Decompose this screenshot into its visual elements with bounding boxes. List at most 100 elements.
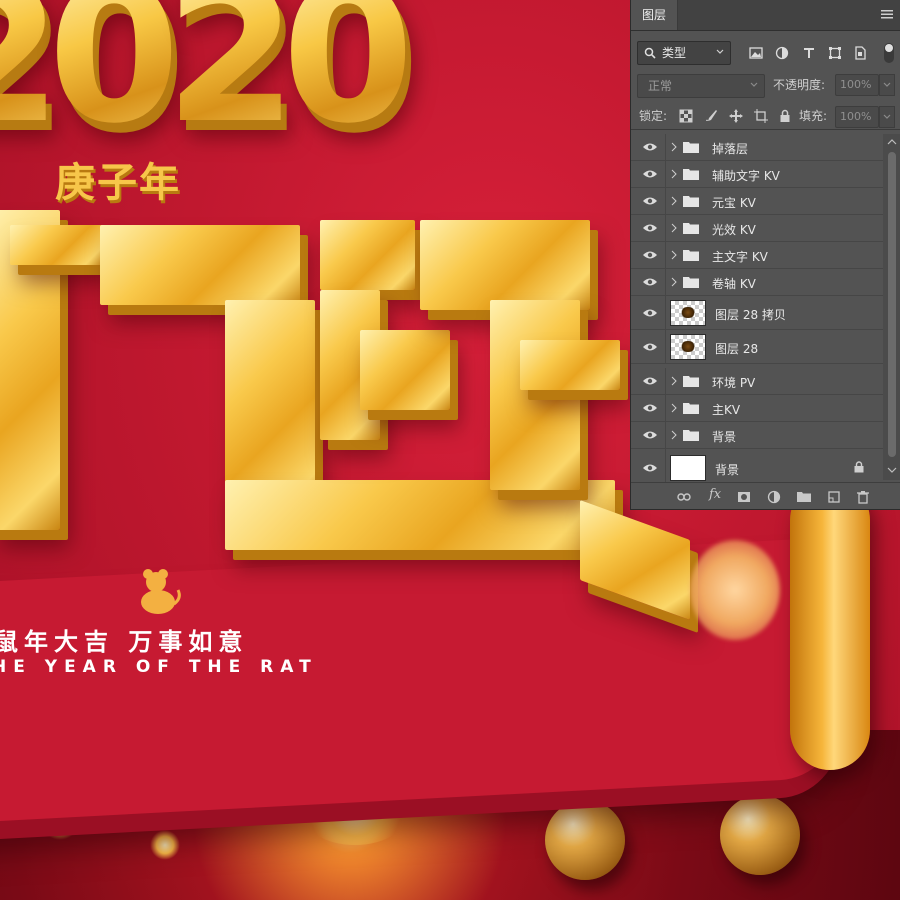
- layer-row-group[interactable]: 元宝 KV: [631, 188, 883, 215]
- filter-toggle-icon[interactable]: [883, 42, 895, 64]
- layer-name: 图层 28: [715, 342, 759, 356]
- layer-name: 光效 KV: [712, 223, 756, 237]
- layer-row-group[interactable]: 环境 PV: [631, 368, 883, 395]
- eye-icon[interactable]: [642, 169, 658, 179]
- prevent-autonest-icon[interactable]: [754, 109, 768, 123]
- opacity-dropdown[interactable]: [879, 74, 895, 96]
- chevron-right-icon[interactable]: [671, 277, 677, 287]
- scroll-thumb[interactable]: [888, 152, 896, 457]
- chevron-right-icon[interactable]: [671, 142, 677, 152]
- layer-name: 环境 PV: [712, 376, 756, 390]
- layer-row-pixel[interactable]: 图层 28 拷贝: [631, 296, 883, 330]
- eye-icon[interactable]: [642, 142, 658, 152]
- chevron-right-icon[interactable]: [671, 250, 677, 260]
- layer-row-group[interactable]: 辅助文字 KV: [631, 161, 883, 188]
- layer-row-group[interactable]: 背景: [631, 422, 883, 449]
- shape-filter-icon[interactable]: [828, 46, 842, 60]
- layer-row-group[interactable]: 主文字 KV: [631, 242, 883, 269]
- panel-menu-icon[interactable]: [881, 8, 893, 20]
- eye-icon[interactable]: [642, 308, 658, 318]
- eye-icon[interactable]: [642, 463, 658, 473]
- chevron-right-icon[interactable]: [671, 196, 677, 206]
- slogan-chinese: 鼠年大吉 万事如意: [0, 628, 249, 656]
- sparkle-light: [150, 830, 180, 860]
- image-filter-icon[interactable]: [749, 46, 763, 60]
- opacity-label: 不透明度:: [773, 78, 826, 92]
- filter-type-select[interactable]: 类型: [637, 41, 731, 65]
- lock-position-icon[interactable]: [729, 109, 743, 123]
- chevron-down-icon: [883, 114, 891, 119]
- layer-row-group[interactable]: 卷轴 KV: [631, 269, 883, 296]
- eye-icon[interactable]: [642, 342, 658, 352]
- chevron-right-icon[interactable]: [671, 169, 677, 179]
- eye-icon[interactable]: [642, 430, 658, 440]
- search-icon: [644, 47, 656, 59]
- adjustment-layer-icon[interactable]: [767, 490, 781, 504]
- lock-transparent-pixels-icon[interactable]: [679, 109, 693, 123]
- blurred-coin: [690, 540, 780, 640]
- layer-row-pixel[interactable]: 图层 28: [631, 330, 883, 364]
- filter-row: 类型: [631, 38, 900, 68]
- adjustment-filter-icon[interactable]: [775, 46, 789, 60]
- layer-name: 元宝 KV: [712, 196, 756, 210]
- new-group-icon[interactable]: [797, 490, 811, 504]
- eye-icon[interactable]: [642, 196, 658, 206]
- blend-mode-select[interactable]: 正常: [637, 74, 765, 98]
- new-layer-icon[interactable]: [827, 490, 841, 504]
- rat-icon: [141, 569, 181, 614]
- tab-layers[interactable]: 图层: [631, 0, 678, 30]
- opacity-input[interactable]: 100%: [835, 74, 879, 96]
- layer-name: 图层 28 拷贝: [715, 308, 786, 322]
- layer-name: 主KV: [712, 403, 741, 417]
- chevron-down-icon: [716, 49, 724, 54]
- chevron-right-icon[interactable]: [671, 223, 677, 233]
- layer-row-group[interactable]: 光效 KV: [631, 215, 883, 242]
- fill-label: 填充:: [799, 109, 828, 123]
- eye-icon[interactable]: [642, 277, 658, 287]
- chevron-right-icon[interactable]: [671, 430, 677, 440]
- lock-icon: [854, 461, 864, 473]
- gold-bead: [720, 795, 800, 875]
- layer-name: 辅助文字 KV: [712, 169, 780, 183]
- lock-all-icon[interactable]: [778, 109, 792, 123]
- scroll-down-arrow-icon[interactable]: [887, 466, 897, 474]
- delete-layer-icon[interactable]: [856, 490, 870, 504]
- type-filter-icon[interactable]: [802, 46, 816, 60]
- layer-name: 掉落层: [712, 142, 749, 156]
- zodiac-year-text: 庚子年: [55, 160, 181, 206]
- fill-input[interactable]: 100%: [835, 106, 879, 128]
- lock-image-pixels-icon[interactable]: [704, 109, 718, 123]
- fx-icon[interactable]: fx: [709, 487, 721, 502]
- link-layers-icon[interactable]: [677, 490, 691, 504]
- folder-icon: [683, 403, 699, 414]
- eye-icon[interactable]: [642, 403, 658, 413]
- fill-dropdown[interactable]: [879, 106, 895, 128]
- layer-thumbnail: [670, 334, 706, 360]
- chevron-right-icon[interactable]: [671, 403, 677, 413]
- folder-icon: [683, 169, 699, 180]
- layers-scrollbar[interactable]: [883, 134, 900, 480]
- layer-row-group[interactable]: 掉落层: [631, 134, 883, 161]
- layer-name: 卷轴 KV: [712, 277, 756, 291]
- lock-label: 锁定:: [639, 109, 668, 123]
- folder-icon: [683, 376, 699, 387]
- year-digit: 2: [165, 0, 297, 150]
- layer-row-background[interactable]: 背景: [631, 449, 883, 483]
- panel-footer: fx: [631, 482, 900, 510]
- eye-icon[interactable]: [642, 376, 658, 386]
- layer-list: 掉落层 辅助文字 KV 元宝 KV 光效 KV 主文字 KV 卷轴 KV 图层 …: [631, 134, 900, 483]
- smart-object-filter-icon[interactable]: [853, 46, 867, 60]
- layer-mask-icon[interactable]: [737, 490, 751, 504]
- folder-icon: [683, 223, 699, 234]
- folder-icon: [683, 277, 699, 288]
- eye-icon[interactable]: [642, 223, 658, 233]
- layer-row-group[interactable]: 主KV: [631, 395, 883, 422]
- folder-icon: [683, 250, 699, 261]
- blend-row: 正常 不透明度: 100%: [631, 72, 900, 100]
- chevron-down-icon: [883, 82, 891, 87]
- chevron-right-icon[interactable]: [671, 376, 677, 386]
- scroll-up-arrow-icon[interactable]: [887, 138, 897, 146]
- eye-icon[interactable]: [642, 250, 658, 260]
- blend-mode-label: 正常: [648, 79, 673, 93]
- layer-thumbnail: [670, 300, 706, 326]
